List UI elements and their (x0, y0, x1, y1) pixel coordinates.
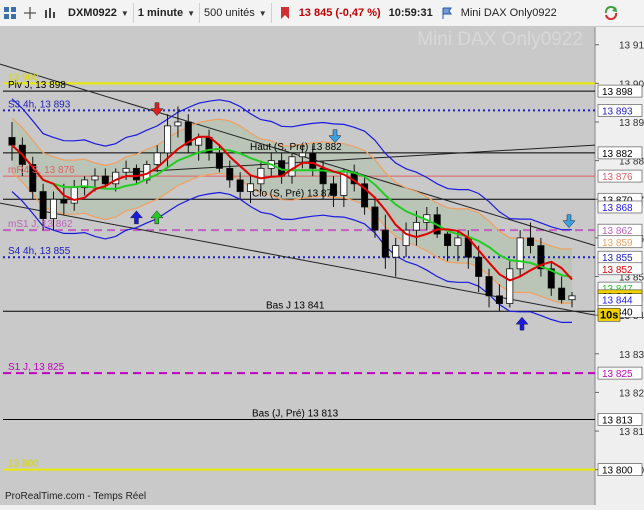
timeframe-label: 1 minute (137, 7, 184, 19)
flag-icon (438, 4, 456, 22)
candle-body (298, 152, 306, 158)
toolbar: DXM0922 ▼ 1 minute ▼ 500 unités ▼ 13 845 (-… (0, 0, 644, 27)
candle-body (226, 167, 234, 181)
price-axis-box-label: 13 825 (602, 369, 633, 380)
price-change: (-0,47 %) (335, 7, 381, 19)
candle-body (153, 152, 161, 165)
price-axis-box-label: 13 859 (602, 238, 633, 249)
price-tick-label: 13 890 (619, 118, 644, 129)
chevron-down-icon: ▼ (258, 8, 267, 18)
level-label-s3-4h: S3 4h, 13 893 (8, 99, 71, 110)
level-label-clo-s-pr-: Clo (S, Pré) 13 870 (252, 188, 338, 199)
level-label-s1-j: S1 J, 13 825 (8, 362, 65, 373)
candle-body (236, 179, 244, 192)
candle-body (371, 206, 379, 231)
candle-body (39, 191, 47, 219)
candle-body (101, 175, 109, 185)
candle-body (392, 245, 400, 258)
candle-body (60, 198, 68, 204)
candle-body (527, 237, 535, 247)
chevron-down-icon: ▼ (120, 8, 129, 18)
chart-watermark: Mini DAX Only0922 (417, 29, 583, 50)
price-axis-box-label: 13 893 (602, 106, 633, 117)
level-label-ms1: mS1 J, 13 862 (8, 219, 73, 230)
price-tick-label: 13 910 (619, 41, 644, 52)
candle-body (568, 295, 576, 301)
candle-body (122, 167, 130, 173)
clock: 10:59:31 (385, 3, 437, 23)
price-chart[interactable]: Mini DAX Only0922Piv J, 13 89813 900S3 4… (0, 27, 644, 505)
candle-body (91, 175, 99, 181)
candle-body (412, 222, 420, 231)
timer-label: 10s (600, 309, 618, 321)
candle-body (506, 268, 514, 304)
candle-body (49, 198, 57, 219)
price-axis-box-label: 13 898 (602, 87, 633, 98)
instrument-name: Mini DAX Only0922 (460, 7, 557, 19)
price-axis-box-label: 13 844 (602, 296, 633, 307)
level-label-s4-4h: S4 4h, 13 855 (8, 246, 71, 257)
level-label-haut-s-pr-: Haut (S, Pré) 13 882 (250, 142, 342, 153)
candle-body (8, 137, 16, 146)
candle-body (381, 229, 389, 258)
bars-icon[interactable] (41, 4, 59, 22)
candle-body (516, 237, 524, 270)
bookmark-icon[interactable] (276, 4, 294, 22)
candle-body (174, 121, 182, 127)
price-tick-label: 13 820 (619, 388, 644, 399)
candle-body (454, 237, 462, 247)
candle-body (558, 287, 566, 301)
candle-body (215, 152, 223, 169)
price-axis-box-label: 13 876 (602, 172, 633, 183)
candle-body (309, 152, 317, 169)
price-axis-box-label: 13 813 (602, 415, 633, 426)
symbol-selector[interactable]: DXM0922 ▼ (64, 3, 134, 23)
footer-credit: ProRealTime.com - Temps Réel (5, 491, 147, 502)
candle-body (257, 167, 265, 185)
chevron-down-icon: ▼ (187, 8, 195, 18)
candle-body (444, 233, 452, 247)
candle-body (164, 125, 172, 154)
price-tick-label: 13 810 (619, 427, 644, 438)
last-price: 13 845 (298, 7, 333, 19)
level-label-bas-j-pr-: Bas (J, Pré) 13 813 (252, 408, 339, 419)
level-label-r-top: 13 900 (8, 72, 39, 83)
candle-body (495, 295, 503, 304)
level-label-y-bottom: 13 800 (8, 459, 39, 470)
units-label: 500 unités (204, 7, 255, 19)
level-label-mr4: mR4 S, 13 876 (8, 165, 75, 176)
symbol-label: DXM0922 (68, 7, 117, 19)
chart-area[interactable]: Mini DAX Only0922 Piv J, 13 898 13 900 S3 4… (0, 27, 644, 505)
price-axis-box-label: 13 852 (602, 265, 633, 276)
candle-body (132, 167, 140, 181)
candle-body (485, 276, 493, 297)
quote-display: 13 845 (-0,47 %) (295, 3, 385, 23)
price-axis-box-label: 13 868 (602, 203, 633, 214)
candle-body (288, 156, 296, 177)
price-axis-box-label: 13 882 (602, 149, 633, 160)
refresh-icon[interactable] (602, 4, 620, 22)
crosshair-icon[interactable] (21, 4, 39, 22)
level-label-bas-j: Bas J 13 841 (266, 300, 325, 311)
candle-body (475, 256, 483, 277)
units-selector[interactable]: 500 unités ▼ (200, 3, 272, 23)
clock-time: 10:59:31 (388, 7, 433, 19)
grid-icon[interactable] (1, 4, 19, 22)
price-tick-label: 13 830 (619, 350, 644, 361)
timeframe-selector[interactable]: 1 minute ▼ (134, 3, 200, 23)
price-axis-box-label: 13 800 (602, 466, 633, 477)
